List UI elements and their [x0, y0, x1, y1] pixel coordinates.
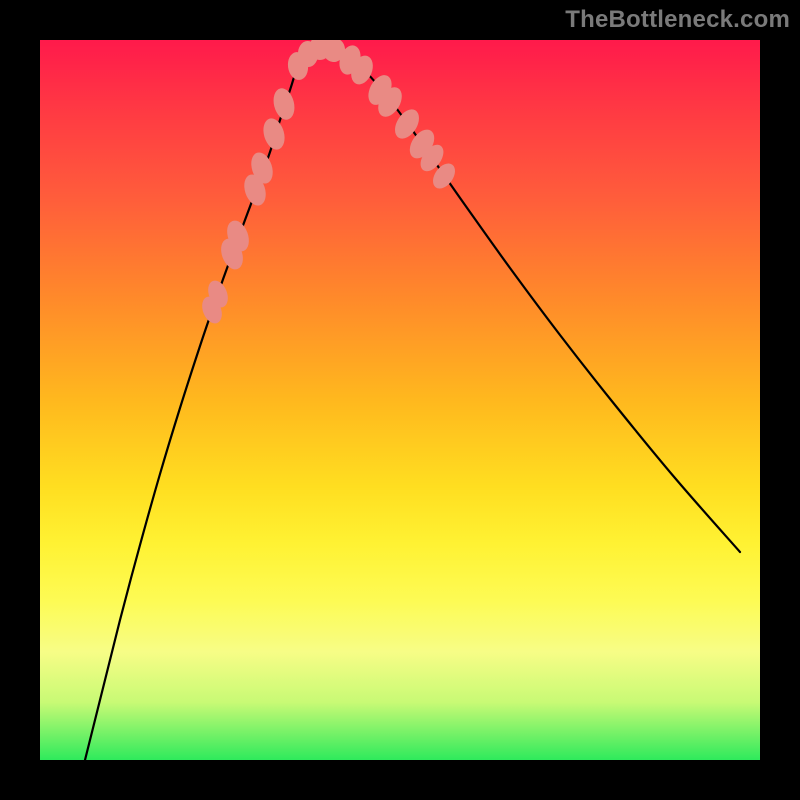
- watermark-text: TheBottleneck.com: [565, 6, 790, 34]
- marker-dot: [270, 86, 297, 122]
- marker-dot: [260, 116, 288, 152]
- chart-frame: TheBottleneck.com: [0, 0, 800, 800]
- chart-svg: [40, 40, 760, 760]
- plot-area: [40, 40, 760, 760]
